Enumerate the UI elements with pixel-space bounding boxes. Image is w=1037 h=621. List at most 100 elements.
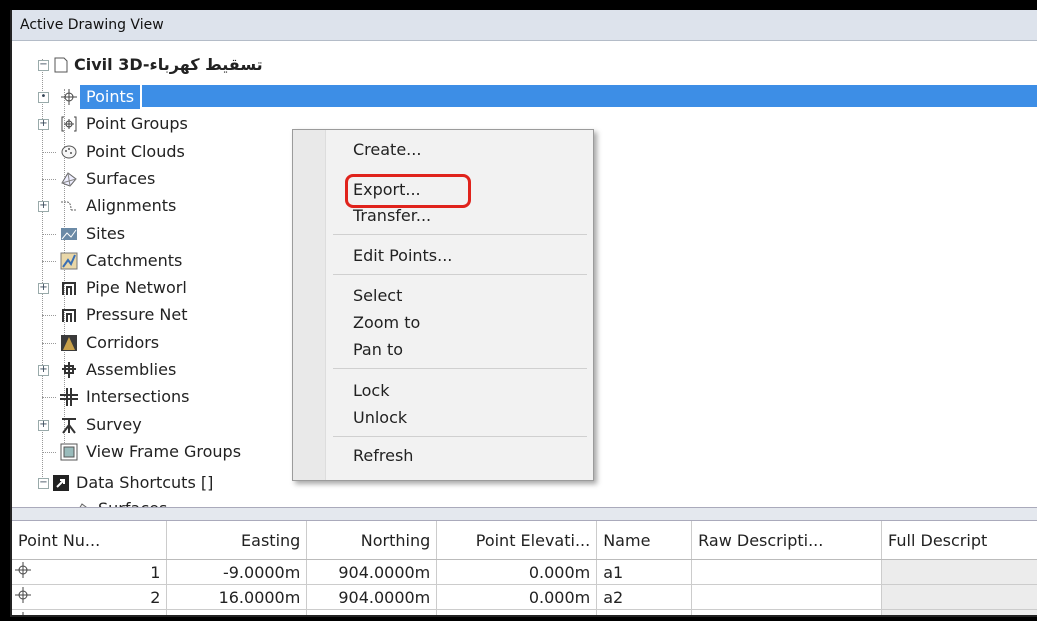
- point-icon: [14, 611, 32, 615]
- col-header-point-number[interactable]: Point Nu...: [12, 521, 168, 560]
- menu-item-select[interactable]: Select: [353, 286, 402, 305]
- pressure-networks-icon: [60, 306, 78, 324]
- tree-root[interactable]: − Civil 3D-تسقيط كهرباء: [12, 53, 412, 77]
- cell-point-number[interactable]: 2: [12, 584, 168, 610]
- menu-item-lock[interactable]: Lock: [353, 381, 389, 400]
- tree-item-label: Assemblies: [86, 360, 177, 379]
- tree-item-label: Corridors: [86, 332, 160, 352]
- collapse-icon[interactable]: −: [38, 478, 49, 489]
- tree-line: [42, 315, 56, 317]
- menu-item-refresh[interactable]: Refresh: [353, 446, 413, 465]
- col-header-northing[interactable]: Northing: [306, 521, 438, 560]
- point-icon: [14, 586, 32, 608]
- cell-full-description[interactable]: [881, 609, 1037, 615]
- tree-item-label: View Frame Groups: [86, 441, 242, 461]
- survey-icon: [60, 416, 78, 434]
- shortcut-icon: [52, 474, 70, 492]
- tree-line: [42, 178, 56, 180]
- view-frame-groups-icon: [60, 443, 78, 461]
- tree-item-ds-surfaces[interactable]: Surfaces: [34, 497, 334, 507]
- tree-line: [42, 397, 56, 399]
- panel-title: Active Drawing View: [12, 10, 1037, 41]
- col-header-name[interactable]: Name: [596, 521, 693, 560]
- drawing-icon: [52, 56, 70, 74]
- col-header-easting[interactable]: Easting: [166, 521, 308, 560]
- menu-gutter: [293, 130, 326, 480]
- col-header-full-description[interactable]: Full Descript: [881, 521, 1037, 560]
- cell-point-number[interactable]: 1: [12, 559, 168, 585]
- tree-item-label: Point Clouds: [86, 141, 185, 161]
- export-highlight-box: [345, 174, 471, 208]
- col-header-raw-description[interactable]: Raw Descripti...: [691, 521, 883, 560]
- point-number-value: 2: [150, 587, 161, 607]
- grid-header-row: Point Nu... Easting Northing Point Eleva…: [12, 521, 1037, 560]
- expand-icon[interactable]: +: [38, 119, 49, 131]
- tree-item-label: Intersections: [86, 387, 190, 407]
- corridors-icon: [60, 334, 78, 352]
- cell-raw-description[interactable]: [691, 584, 883, 610]
- tree-item-label: Surfaces: [86, 168, 156, 188]
- assemblies-icon: [60, 361, 78, 379]
- cell-raw-description[interactable]: [691, 609, 883, 615]
- tree-item-label: Point Groups: [86, 114, 188, 134]
- tree-item-label: Pipe Networl: [86, 278, 187, 298]
- tree-item-label: Points: [80, 85, 141, 109]
- cell-name[interactable]: a1: [596, 559, 693, 585]
- expand-icon[interactable]: •: [38, 92, 49, 103]
- alignments-icon: [60, 197, 78, 215]
- expand-icon[interactable]: +: [38, 283, 49, 295]
- cell-name[interactable]: a2: [596, 584, 693, 610]
- cell-northing[interactable]: 904.0000m: [306, 559, 438, 585]
- point-groups-icon: [60, 115, 78, 133]
- cell-northing[interactable]: 904.0000m: [306, 609, 438, 615]
- collapse-icon[interactable]: −: [38, 60, 49, 71]
- surfaces-icon: [74, 500, 92, 507]
- tree-item-label: Survey: [86, 414, 142, 434]
- menu-item-create[interactable]: Create...: [353, 140, 421, 159]
- panel-splitter[interactable]: [12, 507, 1037, 521]
- tree-item-points[interactable]: • Points: [34, 85, 454, 109]
- expand-icon[interactable]: +: [38, 419, 49, 431]
- sites-icon: [60, 225, 78, 243]
- menu-item-edit-points[interactable]: Edit Points...: [353, 246, 452, 265]
- menu-separator: [333, 368, 587, 369]
- menu-item-pan-to[interactable]: Pan to: [353, 340, 403, 359]
- cell-name[interactable]: a3: [596, 609, 693, 615]
- cell-easting[interactable]: 16.0000m: [166, 584, 308, 610]
- cell-elevation[interactable]: 0.000m: [436, 559, 598, 585]
- menu-item-unlock[interactable]: Unlock: [353, 408, 407, 427]
- cell-elevation[interactable]: 0.000m: [436, 609, 598, 615]
- menu-item-transfer[interactable]: Transfer...: [353, 206, 431, 225]
- col-header-elevation[interactable]: Point Elevati...: [436, 521, 598, 560]
- expand-icon[interactable]: +: [38, 365, 49, 376]
- cell-northing[interactable]: 904.0000m: [306, 584, 438, 610]
- menu-item-zoom-to[interactable]: Zoom to: [353, 313, 420, 332]
- tree-item-label: Catchments: [86, 250, 183, 270]
- points-icon: [60, 88, 78, 106]
- cell-point-number[interactable]: 3: [12, 609, 168, 615]
- cell-easting[interactable]: -9.0000m: [166, 559, 308, 585]
- cell-elevation[interactable]: 0.000m: [436, 584, 598, 610]
- tree-line: [42, 451, 56, 453]
- cell-full-description[interactable]: [881, 584, 1037, 610]
- tree-item-label: Sites: [86, 223, 126, 243]
- menu-separator: [333, 274, 587, 275]
- point-number-value: 1: [150, 562, 161, 582]
- tree-item-label: Pressure Net: [86, 305, 188, 325]
- cell-easting[interactable]: 41.0000m: [166, 609, 308, 615]
- cell-full-description[interactable]: [881, 559, 1037, 585]
- table-row[interactable]: 2 16.0000m 904.0000m 0.000m a2: [12, 584, 1037, 610]
- expand-icon[interactable]: +: [38, 201, 49, 213]
- tree-line: [42, 151, 56, 153]
- table-row[interactable]: 1 -9.0000m 904.0000m 0.000m a1: [12, 559, 1037, 585]
- pipe-networks-icon: [60, 279, 78, 297]
- tree-line: [42, 260, 56, 262]
- menu-separator: [333, 234, 587, 235]
- points-grid: Point Nu... Easting Northing Point Eleva…: [12, 521, 1037, 615]
- cell-raw-description[interactable]: [691, 559, 883, 585]
- prospector-tree: − Civil 3D-تسقيط كهرباء • Points + Point Gr…: [12, 41, 1037, 507]
- table-row[interactable]: 341.0000m904.0000m0.000ma3: [12, 609, 1037, 615]
- tree-line: [42, 233, 56, 235]
- context-menu: Create... Export... Transfer... Edit Poi…: [292, 129, 594, 481]
- prospector-panel: Active Drawing View − Civil 3D-تسقيط كهر…: [10, 10, 1037, 617]
